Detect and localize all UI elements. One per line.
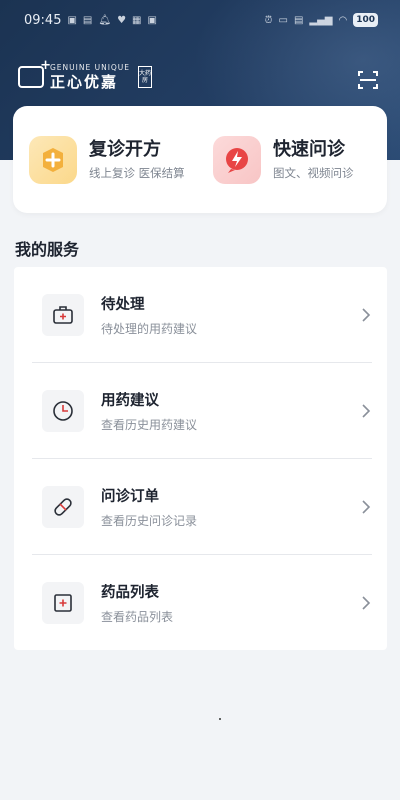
service-title: 药品列表 (101, 585, 159, 601)
service-subtitle: 查看药品列表 (101, 610, 174, 624)
service-text: 药品列表 查看药品列表 (101, 581, 360, 625)
action-subtitle: 图文、视频问诊 (273, 166, 354, 181)
service-drug-list[interactable]: 药品列表 查看药品列表 (32, 555, 372, 651)
action-quick-consult[interactable]: 快速问诊 图文、视频问诊 (213, 136, 354, 184)
service-pending[interactable]: 待处理 待处理的用药建议 (32, 267, 372, 363)
brand-mark-icon (18, 58, 51, 88)
brand-english: GENUINE UNIQUE (50, 63, 131, 72)
brand-logo: GENUINE UNIQUE 正心优嘉 大药房 (18, 58, 153, 90)
brand-seal: 大药房 (138, 65, 153, 88)
wifi-icon: ◠ (338, 14, 348, 26)
service-subtitle: 查看历史用药建议 (101, 417, 198, 432)
chevron-right-icon (362, 499, 371, 514)
lightning-icon (213, 136, 261, 184)
alarm-icon: ⏰︎ (264, 14, 273, 26)
sim-icon: ▤ (82, 14, 93, 26)
section-title: 我的服务 (15, 240, 80, 259)
action-text: 复诊开方 线上复诊 医保结算 (89, 139, 185, 182)
brand-text: GENUINE UNIQUE 正心优嘉 (50, 64, 130, 90)
status-bar: 09:45 ▣ ▤ 🔔︎ ♥ ▦ ▣ ⏰︎ ▭ ▤ ▂▄▆ ◠ 100 (0, 0, 400, 40)
action-title: 快速问诊 (273, 138, 345, 160)
battery-indicator: 100 (353, 13, 378, 27)
service-text: 问诊订单 查看历史问诊记录 (101, 485, 360, 529)
brand-chinese: 正心优嘉 (50, 72, 119, 91)
notification-icon: ▣ (67, 14, 77, 26)
service-medication-advice[interactable]: 用药建议 查看历史用药建议 (32, 363, 372, 459)
medical-kit-icon (42, 293, 84, 336)
action-revisit-prescription[interactable]: 复诊开方 线上复诊 医保结算 (29, 136, 185, 184)
service-title: 用药建议 (101, 392, 159, 409)
signal-icon: ▂▄▆ (309, 14, 333, 26)
scan-button[interactable] (356, 68, 380, 92)
status-left: 09:45 ▣ ▤ 🔔︎ ♥ ▦ ▣ (24, 13, 157, 28)
services-card: 待处理 待处理的用药建议 用药建议 查看历史用药建议 问诊订单 查看历史问诊记录 (14, 267, 387, 650)
heart-icon: ♥ (117, 14, 127, 26)
chevron-right-icon (362, 307, 371, 322)
hd-icon: ▤ (293, 14, 304, 26)
service-consult-orders[interactable]: 问诊订单 查看历史问诊记录 (32, 459, 372, 555)
plus-icon (29, 136, 77, 184)
quick-actions-card: 复诊开方 线上复诊 医保结算 快速问诊 图文、视频问诊 (13, 106, 387, 213)
service-title: 问诊订单 (101, 488, 159, 505)
pill-icon (42, 485, 84, 528)
service-subtitle: 查看历史问诊记录 (101, 513, 198, 528)
medicine-box-icon (42, 582, 84, 624)
network-speed-icon: ▭ (278, 14, 288, 26)
action-text: 快速问诊 图文、视频问诊 (273, 139, 354, 182)
service-text: 用药建议 查看历史用药建议 (101, 389, 360, 433)
chevron-right-icon (362, 596, 371, 610)
chevron-right-icon (362, 403, 371, 418)
clock-icon (42, 389, 84, 432)
service-subtitle: 待处理的用药建议 (101, 321, 198, 336)
scan-icon (358, 71, 378, 89)
action-title: 复诊开方 (89, 138, 161, 160)
bell-icon: 🔔︎ (98, 14, 112, 26)
status-time: 09:45 (24, 12, 62, 28)
dot-marker (219, 718, 221, 720)
status-right: ⏰︎ ▭ ▤ ▂▄▆ ◠ 100 (265, 13, 378, 27)
service-title: 待处理 (101, 296, 145, 313)
service-text: 待处理 待处理的用药建议 (101, 293, 360, 337)
app-icon: ▦ (132, 14, 142, 26)
action-subtitle: 线上复诊 医保结算 (89, 166, 185, 181)
chat-icon: ▣ (147, 14, 157, 26)
